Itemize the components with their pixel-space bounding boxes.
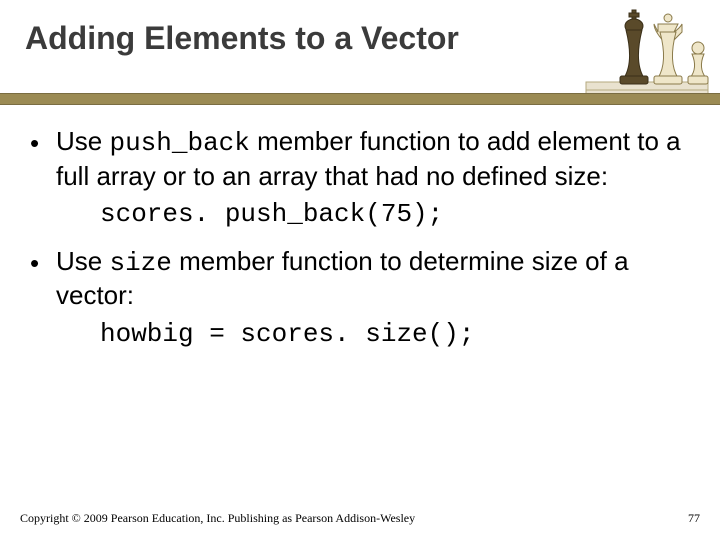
bullet-dot: •	[30, 125, 56, 192]
slide: Adding Elements to a Vector	[0, 0, 720, 540]
inline-code: push_back	[109, 128, 249, 158]
chess-pieces-icon	[582, 2, 712, 102]
bullet-text-pre: Use	[56, 246, 109, 276]
inline-code: size	[109, 248, 171, 278]
content-area: • Use push_back member function to add e…	[30, 125, 690, 364]
bullet-text: Use push_back member function to add ele…	[56, 125, 690, 192]
bullet-text: Use size member function to determine si…	[56, 245, 690, 312]
bullet-dot: •	[30, 245, 56, 312]
slide-title: Adding Elements to a Vector	[25, 20, 600, 57]
bullet-item: • Use size member function to determine …	[30, 245, 690, 312]
code-block: howbig = scores. size();	[100, 318, 690, 351]
page-number: 77	[688, 511, 700, 526]
title-separator	[0, 93, 720, 105]
footer-copyright: Copyright © 2009 Pearson Education, Inc.…	[20, 511, 415, 526]
bullet-text-pre: Use	[56, 126, 109, 156]
code-block: scores. push_back(75);	[100, 198, 690, 231]
bullet-item: • Use push_back member function to add e…	[30, 125, 690, 192]
